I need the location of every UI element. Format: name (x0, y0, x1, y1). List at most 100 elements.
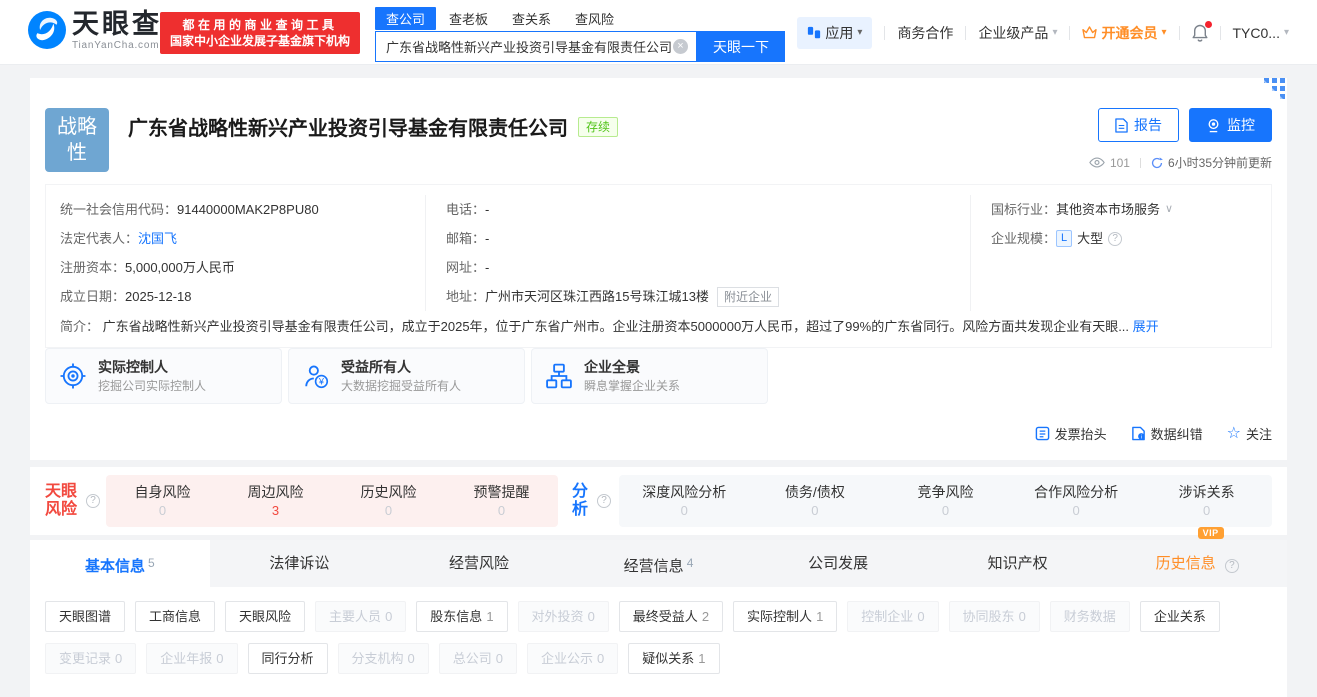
apps-menu[interactable]: 应用 ▾ (797, 16, 873, 49)
user-account-menu[interactable]: TYC0... ▾ (1233, 25, 1290, 41)
search-tab-company[interactable]: 查公司 (375, 6, 437, 30)
chevron-down-icon: ▾ (1161, 27, 1167, 38)
company-intro: 简介： 广东省战略性新兴产业投资引导基金有限责任公司，成立于2025年，位于广东… (60, 315, 1257, 339)
divider (1139, 157, 1141, 168)
risk-count: 0 (384, 502, 393, 518)
feature-title: 企业全景 (584, 359, 640, 375)
chip-actual-controller[interactable]: 实际控制人 1 (733, 601, 838, 632)
legal-rep-link[interactable]: 沈国飞 (138, 224, 177, 253)
data-correction-label: 数据纠错 (1150, 427, 1203, 442)
invoice-title-link[interactable]: 发票抬头 (1035, 424, 1107, 443)
debt-credit-item[interactable]: 债务/债权 0 (750, 484, 881, 519)
notifications-bell[interactable] (1192, 20, 1212, 42)
company-header-card: 战略 性 广东省战略性新兴产业投资引导基金有限责任公司 存续 报告 监控 101… (30, 78, 1287, 460)
actual-controller-card[interactable]: 实际控制人 挖掘公司实际控制人 (45, 348, 282, 404)
risk-label: 深度风险分析 (642, 483, 727, 500)
help-icon[interactable]: ? (597, 494, 611, 508)
field-label: 国标行业： (991, 202, 1057, 217)
chip-change-records: 变更记录 0 (45, 643, 137, 674)
field-label: 成立日期： (60, 289, 126, 304)
chip-tianyan-graph[interactable]: 天眼图谱 (45, 601, 126, 632)
report-button[interactable]: 报告 (1098, 108, 1179, 142)
risk-count: 0 (680, 502, 688, 518)
slogan-line2: 国家中小企业发展子基金旗下机构 (170, 34, 351, 48)
chip-ultimate-beneficiary[interactable]: 最终受益人 2 (618, 601, 724, 632)
surrounding-risk-item[interactable]: 周边风险 3 (219, 484, 332, 519)
divider (1178, 25, 1180, 40)
risk-label: 竞争风险 (917, 483, 974, 500)
star-icon: ☆ (1226, 424, 1241, 442)
competition-risk-item[interactable]: 竞争风险 0 (880, 484, 1011, 519)
field-label: 企业规模： (991, 231, 1057, 246)
open-vip-menu[interactable]: 开通会员 ▾ (1082, 23, 1167, 43)
beneficial-owner-card[interactable]: ¥ 受益所有人 大数据挖掘受益所有人 (288, 348, 525, 404)
feature-cards: 实际控制人 挖掘公司实际控制人 ¥ 受益所有人 大数据挖掘受益所有人 企业全景 … (45, 348, 768, 404)
chip-suspected-relations[interactable]: 疑似关系 1 (628, 643, 720, 674)
data-correction-link[interactable]: i 数据纠错 (1131, 424, 1203, 443)
deep-risk-analysis-item[interactable]: 深度风险分析 0 (619, 484, 750, 519)
risk-label: 债务/债权 (784, 483, 845, 500)
chip-company-announcement: 企业公示 0 (527, 643, 619, 674)
org-chart-icon (546, 363, 572, 389)
monitor-button[interactable]: 监控 (1189, 108, 1272, 142)
status-badge: 存续 (578, 116, 619, 137)
history-risk-item[interactable]: 历史风险 0 (332, 484, 445, 519)
tianyancha-swirl-icon (28, 11, 66, 49)
litigation-relation-item[interactable]: 涉诉关系 0 (1141, 484, 1272, 519)
site-logo[interactable]: 天眼查 TianYanCha.com (28, 9, 162, 51)
search-input[interactable] (386, 39, 673, 54)
top-navbar: 天眼查 TianYanCha.com 都在用的商业查询工具 国家中小企业发展子基… (0, 0, 1317, 65)
chip-company-relations[interactable]: 企业关系 (1139, 601, 1220, 632)
enterprise-products-menu[interactable]: 企业级产品 ▾ (978, 23, 1057, 43)
nearby-companies-button[interactable]: 附近企业 (716, 286, 779, 307)
chip-tianyan-risk[interactable]: 天眼风险 (225, 601, 306, 632)
refresh-icon[interactable] (1151, 156, 1163, 169)
search-tab-boss[interactable]: 查老板 (449, 7, 488, 30)
tab-intellectual-property[interactable]: 知识产权 (928, 540, 1108, 587)
website-value: - (485, 260, 490, 275)
expand-link[interactable]: 展开 (1133, 319, 1159, 334)
tab-legal-litigation[interactable]: 法律诉讼 (210, 540, 390, 587)
company-info-box: 统一社会信用代码： 91440000MAK2P8PU80 法定代表人： 沈国飞 注册… (45, 184, 1272, 348)
industry-value[interactable]: 其他资本市场服务 (1056, 195, 1160, 224)
slogan-badge: 都在用的商业查询工具 国家中小企业发展子基金旗下机构 (160, 12, 361, 54)
chip-business-info[interactable]: 工商信息 (135, 601, 216, 632)
risk-count: 0 (158, 502, 167, 518)
tab-basic-info[interactable]: 基本信息 5 (30, 540, 210, 587)
clear-search-icon[interactable]: × (673, 39, 688, 54)
chip-branches: 分支机构 0 (337, 643, 429, 674)
chevron-down-icon[interactable]: ∨ (1165, 195, 1173, 224)
info-column-3: 国标行业： 其他资本市场服务 ∨ 企业规模： L 大型 ? (970, 195, 1257, 311)
help-icon[interactable]: ? (86, 494, 100, 508)
chip-shareholders[interactable]: 股东信息 1 (416, 601, 508, 632)
divider (1219, 25, 1221, 40)
search-button[interactable]: 天眼一下 (697, 31, 785, 62)
feature-desc: 瞬息掌握企业关系 (584, 379, 681, 393)
monitor-button-label: 监控 (1227, 117, 1255, 133)
chip-controlled-companies: 控制企业 0 (847, 601, 939, 632)
chip-annual-reports: 企业年报 0 (146, 643, 238, 674)
search-tab-risk[interactable]: 查风险 (575, 7, 614, 30)
svg-text:i: i (1140, 434, 1141, 440)
self-risk-item[interactable]: 自身风险 0 (106, 484, 219, 519)
company-panorama-card[interactable]: 企业全景 瞬息掌握企业关系 (531, 348, 768, 404)
svg-text:¥: ¥ (318, 377, 325, 387)
follow-link[interactable]: ☆ 关注 (1227, 424, 1272, 443)
search-tab-relation[interactable]: 查关系 (512, 7, 551, 30)
invoice-title-label: 发票抬头 (1054, 427, 1107, 442)
tab-operation-info[interactable]: 经营信息 4 (569, 540, 749, 587)
chip-peer-analysis[interactable]: 同行分析 (247, 643, 328, 674)
tab-history-info[interactable]: 历史信息 VIP ? (1107, 527, 1287, 587)
help-icon[interactable]: ? (1224, 559, 1239, 573)
tab-company-development[interactable]: 公司发展 (748, 540, 928, 587)
feature-desc: 挖掘公司实际控制人 (98, 379, 207, 393)
warning-reminder-item[interactable]: 预警提醒 0 (445, 484, 558, 519)
brand-domain: TianYanCha.com (72, 40, 160, 51)
tab-operation-risk[interactable]: 经营风险 (389, 540, 569, 587)
help-icon[interactable]: ? (1108, 231, 1123, 246)
cooperation-risk-item[interactable]: 合作风险分析 0 (1011, 484, 1142, 519)
main-tab-bar: 基本信息 5 法律诉讼 经营风险 经营信息 4 公司发展 知识产权 历史信息 VIP… (30, 527, 1287, 587)
business-cooperation-link[interactable]: 商务合作 (897, 23, 953, 43)
search-box: × (375, 31, 697, 62)
tab-label: 知识产权 (987, 555, 1048, 572)
